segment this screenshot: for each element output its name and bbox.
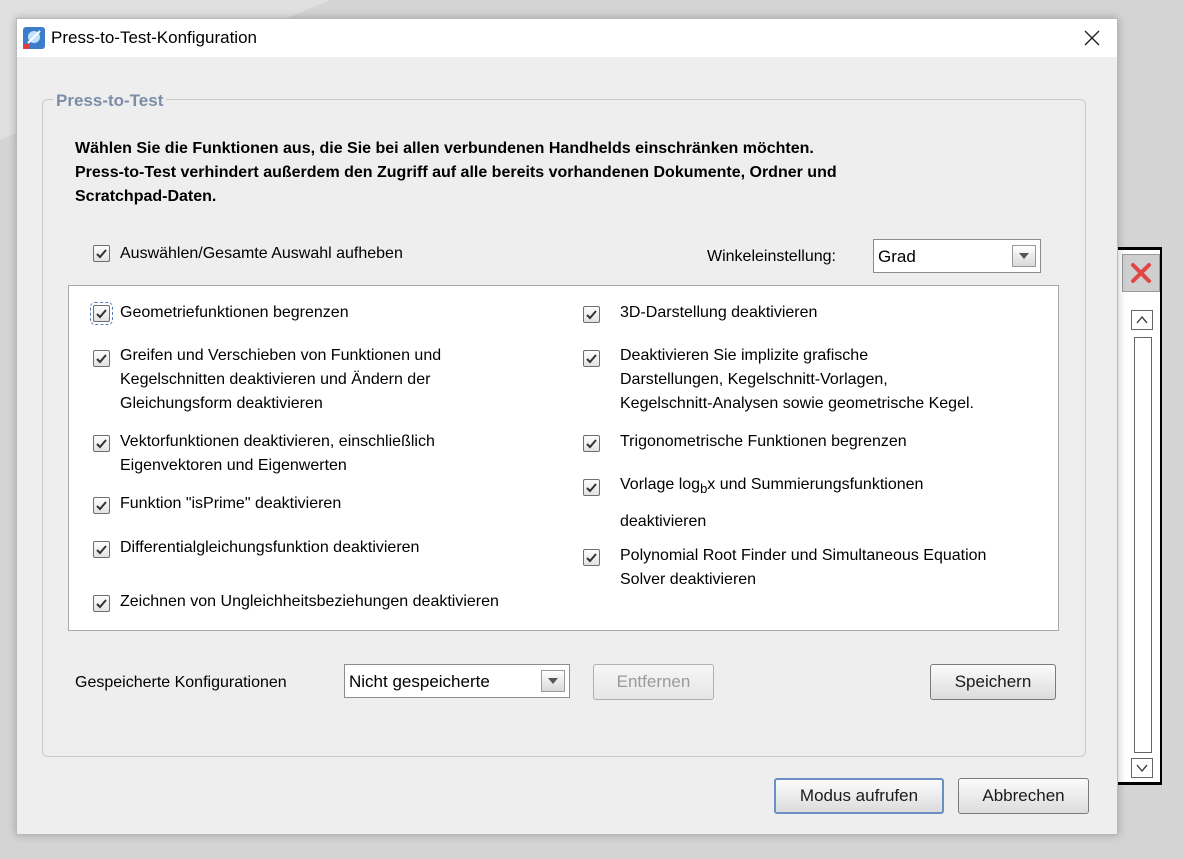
chevron-down-icon[interactable] — [541, 670, 565, 692]
select-all-label: Auswählen/Gesamte Auswahl aufheben — [120, 245, 403, 262]
instructions-line: Press-to-Test verhindert außerdem den Zu… — [75, 164, 837, 181]
scrollbar-track[interactable] — [1134, 337, 1152, 753]
checkmark-icon — [586, 483, 597, 493]
option-label: Greifen und Verschieben von Funktionen u… — [120, 344, 441, 416]
option-label-line: Greifen und Verschieben von Funktionen u… — [120, 347, 442, 364]
enter-mode-button[interactable]: Modus aufrufen — [774, 778, 944, 814]
option-label-line: Polynomial Root Finder und Simultaneous … — [620, 547, 987, 564]
inequality-checkbox[interactable] — [93, 595, 110, 612]
implicit-graphing-checkbox[interactable] — [583, 350, 600, 367]
option-label-line: Deaktivieren Sie implizite grafische — [620, 347, 869, 364]
chevron-down-icon[interactable] — [1012, 245, 1036, 267]
angle-setting-label: Winkeleinstellung: — [707, 248, 836, 265]
instructions-text: Wählen Sie die Funktionen aus, die Sie b… — [75, 137, 975, 209]
window-title: Press-to-Test-Konfiguration — [51, 28, 257, 47]
log-prefix: Vorlage log — [620, 476, 701, 493]
option-label-line: Vorlage logbx und Summierungsfunktionen — [620, 472, 923, 502]
remove-button[interactable]: Entfernen — [593, 664, 714, 700]
isprime-checkbox[interactable] — [93, 497, 110, 514]
checkmark-icon — [96, 545, 107, 555]
checkmark-icon — [96, 599, 107, 609]
checkmark-icon — [96, 439, 107, 449]
scroll-down-arrow-icon[interactable] — [1131, 758, 1153, 778]
polyroot-checkbox[interactable] — [583, 549, 600, 566]
geometry-checkbox[interactable] — [90, 302, 113, 325]
diffeq-checkbox[interactable] — [93, 541, 110, 558]
option-label: Geometriefunktionen begrenzen — [120, 304, 349, 321]
option-label-line: deaktivieren — [620, 513, 707, 531]
angle-setting-value: Grad — [878, 247, 916, 266]
option-label: Differentialgleichungsfunktion deaktivie… — [120, 539, 420, 556]
option-label-line: Solver deaktivieren — [620, 571, 757, 588]
instructions-line: Scratchpad-Daten. — [75, 188, 217, 205]
logbx-checkbox[interactable] — [583, 479, 600, 496]
close-icon[interactable] — [1081, 27, 1103, 49]
select-all-checkbox[interactable] — [93, 245, 110, 262]
red-x-icon[interactable] — [1122, 254, 1160, 292]
option-label: Polynomial Root Finder und Simultaneous … — [620, 544, 986, 592]
checkmark-icon — [586, 439, 597, 449]
option-label: Funktion "isPrime" deaktivieren — [120, 495, 342, 512]
instructions-line: Wählen Sie die Funktionen aus, die Sie b… — [75, 140, 814, 157]
option-label: Vektorfunktionen deaktivieren, einschlie… — [120, 430, 435, 478]
log-suffix: x und Summierungsfunktionen — [707, 476, 924, 493]
checkmark-icon — [96, 354, 107, 364]
option-label-line: Vektorfunktionen deaktivieren, einschlie… — [120, 433, 435, 450]
grab-move-checkbox[interactable] — [93, 350, 110, 367]
checkmark-icon — [586, 310, 597, 320]
option-label-line: Eigenvektoren und Eigenwerten — [120, 457, 347, 474]
cancel-button[interactable]: Abbrechen — [958, 778, 1089, 814]
saved-configs-value: Nicht gespeicherte — [349, 672, 490, 691]
checkmark-icon — [586, 354, 597, 364]
option-label-line: Kegelschnitt-Analysen sowie geometrische… — [620, 395, 974, 412]
option-label: Deaktivieren Sie implizite grafische Dar… — [620, 344, 974, 416]
option-label-line: Darstellungen, Kegelschnitt-Vorlagen, — [620, 371, 888, 388]
saved-configs-label: Gespeicherte Konfigurationen — [75, 674, 287, 691]
saved-configs-select[interactable]: Nicht gespeicherte — [344, 664, 570, 698]
option-label-line: Gleichungsform deaktivieren — [120, 395, 323, 412]
vector-checkbox[interactable] — [93, 435, 110, 452]
option-label: Vorlage logbx und Summierungsfunktionen … — [620, 472, 923, 534]
checkmark-icon — [586, 553, 597, 563]
press-to-test-dialog: Press-to-Test-Konfiguration Press-to-Tes… — [16, 18, 1118, 835]
save-button[interactable]: Speichern — [930, 664, 1056, 700]
checkmark-icon — [96, 501, 107, 511]
3d-graphing-checkbox[interactable] — [583, 306, 600, 323]
checkmark-icon — [96, 309, 107, 319]
title-bar: Press-to-Test-Konfiguration — [17, 19, 1117, 57]
option-label-line: Kegelschnitten deaktivieren und Ändern d… — [120, 371, 431, 388]
checkmark-icon — [96, 249, 107, 259]
press-to-test-app-icon — [23, 27, 45, 49]
option-label: Trigonometrische Funktionen begrenzen — [620, 433, 907, 450]
scroll-up-arrow-icon[interactable] — [1131, 310, 1153, 330]
option-label: 3D-Darstellung deaktivieren — [620, 304, 818, 321]
group-title: Press-to-Test — [53, 91, 167, 111]
angle-setting-select[interactable]: Grad — [873, 239, 1041, 273]
option-label: Zeichnen von Ungleichheitsbeziehungen de… — [120, 593, 499, 610]
trig-checkbox[interactable] — [583, 435, 600, 452]
